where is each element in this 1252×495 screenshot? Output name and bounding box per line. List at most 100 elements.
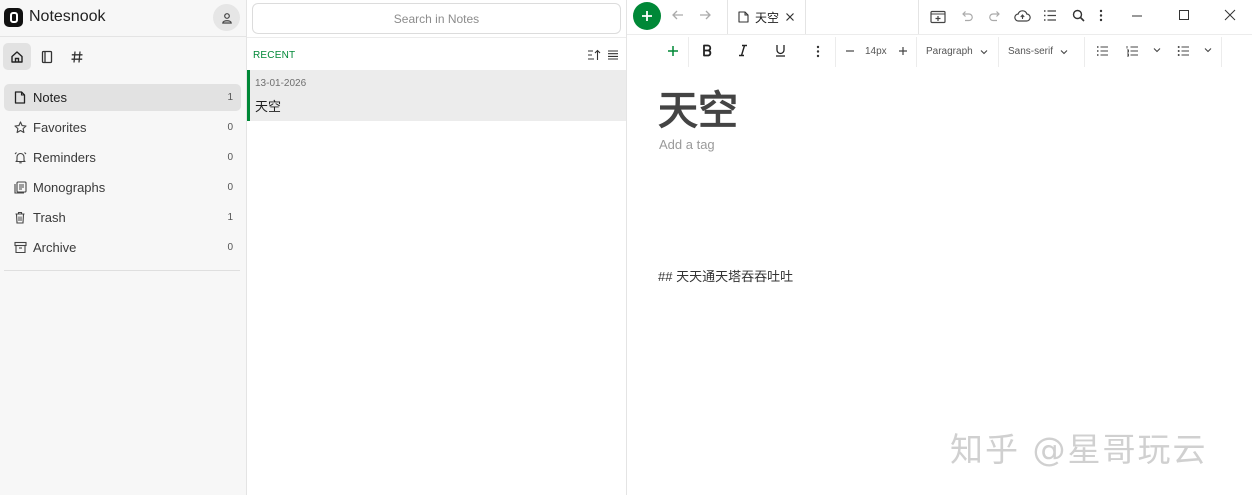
toolbar-separator [1084, 37, 1085, 67]
checklist-button[interactable] [1096, 45, 1109, 57]
sidebar-item-monographs[interactable]: Monographs 0 [4, 174, 241, 201]
more-formatting-button[interactable] [816, 45, 820, 58]
more-vertical-icon [816, 45, 820, 58]
profile-button[interactable] [213, 4, 240, 31]
bold-button[interactable] [702, 44, 712, 57]
view-options-button[interactable] [607, 49, 619, 61]
star-icon [13, 121, 27, 135]
sort-button[interactable] [587, 49, 601, 61]
plus-icon [642, 11, 652, 21]
chevron-down-icon [1204, 48, 1212, 53]
sort-icon [588, 49, 601, 60]
note-title-input[interactable]: 天空 [658, 78, 738, 136]
sidebar-item-archive[interactable]: Archive 0 [4, 234, 241, 261]
notesnook-logo-icon [4, 7, 23, 27]
mode-tabs [3, 43, 91, 70]
tab-home[interactable] [3, 43, 31, 70]
app-name: Notesnook [29, 8, 106, 25]
numbered-list-button[interactable] [1126, 45, 1139, 57]
note-body[interactable]: ## 天天通天塔吞吞吐吐 [658, 266, 793, 285]
brand: Notesnook [4, 6, 106, 28]
sidebar-item-count: 0 [227, 152, 233, 163]
underline-button[interactable] [775, 44, 786, 57]
checklist-icon [1097, 46, 1108, 56]
sidebar-item-notes[interactable]: Notes 1 [4, 84, 241, 111]
block-type-dropdown[interactable]: Paragraph [926, 46, 988, 57]
archive-icon [13, 241, 27, 255]
section-label: RECENT [253, 49, 296, 61]
close-tab-button[interactable] [785, 12, 795, 22]
cloud-icon [1014, 10, 1031, 22]
sidebar-item-favorites[interactable]: Favorites 0 [4, 114, 241, 141]
close-icon [786, 13, 794, 21]
italic-button[interactable] [738, 44, 748, 57]
more-vertical-icon [1099, 9, 1103, 22]
divider [4, 270, 240, 271]
forward-button[interactable] [698, 8, 712, 22]
numbered-list-options-button[interactable] [1153, 47, 1161, 53]
minus-icon [846, 50, 854, 52]
insert-button[interactable] [667, 45, 679, 57]
sidebar-item-trash[interactable]: Trash 1 [4, 204, 241, 231]
plus-icon [899, 47, 907, 55]
note-icon [738, 11, 749, 23]
folder-plus-icon [930, 10, 946, 24]
editor-pane: 天空 14px Paragraph Sans-serif 天空 Add a ta… [627, 0, 1252, 495]
tab-notebooks[interactable] [33, 43, 61, 70]
bullet-list-button[interactable] [1177, 45, 1190, 57]
back-button[interactable] [671, 8, 685, 22]
tag-input[interactable]: Add a tag [659, 137, 715, 152]
note-title: 天空 [255, 99, 282, 114]
list-header: RECENT [253, 48, 619, 62]
minimize-button[interactable] [1131, 9, 1143, 21]
decrease-font-size-button[interactable] [845, 46, 855, 56]
monograph-icon [13, 181, 27, 195]
chevron-down-icon [1153, 48, 1161, 53]
search-input[interactable]: Search in Notes [252, 3, 621, 34]
sidebar-item-label: Trash [33, 210, 66, 225]
redo-button[interactable] [988, 9, 1002, 23]
font-family-dropdown[interactable]: Sans-serif [1008, 46, 1068, 57]
maximize-button[interactable] [1178, 9, 1190, 21]
list-item[interactable]: 13-01-2026 天空 [247, 70, 626, 121]
chevron-down-icon [980, 49, 988, 54]
sidebar-item-count: 0 [227, 242, 233, 253]
sidebar-item-label: Monographs [33, 180, 106, 195]
numbered-list-icon [1126, 46, 1138, 57]
more-options-button[interactable] [1099, 9, 1103, 22]
properties-button[interactable] [1043, 9, 1057, 22]
new-note-button[interactable] [633, 2, 661, 30]
find-button[interactable] [1072, 9, 1085, 22]
sidebar-item-count: 0 [227, 182, 233, 193]
sidebar-item-count: 1 [227, 92, 233, 103]
undo-button[interactable] [960, 9, 974, 23]
list-icon [1044, 10, 1056, 21]
bullet-list-options-button[interactable] [1204, 47, 1212, 53]
sidebar-item-reminders[interactable]: Reminders 0 [4, 144, 241, 171]
sync-button[interactable] [1014, 9, 1031, 23]
notes-list-pane: Search in Notes RECENT 13-01-2026 天空 [247, 0, 627, 495]
list-view-icon [608, 50, 618, 60]
sidebar-item-label: Favorites [33, 120, 87, 135]
notebook-icon [41, 50, 53, 63]
divider [247, 37, 626, 38]
close-window-button[interactable] [1224, 9, 1236, 21]
window-actions [918, 0, 1252, 34]
hashtag-icon [71, 50, 83, 63]
plus-icon [668, 46, 678, 56]
tab-note[interactable]: 天空 [727, 0, 806, 34]
note-date: 13-01-2026 [255, 78, 307, 89]
redo-icon [989, 11, 1000, 22]
sidebar-item-count: 0 [227, 122, 233, 133]
tab-tags[interactable] [63, 43, 91, 70]
sidebar-item-label: Reminders [33, 150, 96, 165]
move-to-notebook-button[interactable] [930, 9, 946, 24]
search-icon [1072, 9, 1085, 22]
toolbar-separator [688, 37, 689, 67]
underline-icon [776, 45, 785, 57]
tab-title: 天空 [755, 10, 780, 25]
sidebar-nav: Notes 1 Favorites 0 Reminders 0 Monograp… [4, 84, 241, 264]
increase-font-size-button[interactable] [898, 46, 908, 56]
home-icon [11, 50, 23, 63]
font-family-label: Sans-serif [1008, 46, 1054, 57]
